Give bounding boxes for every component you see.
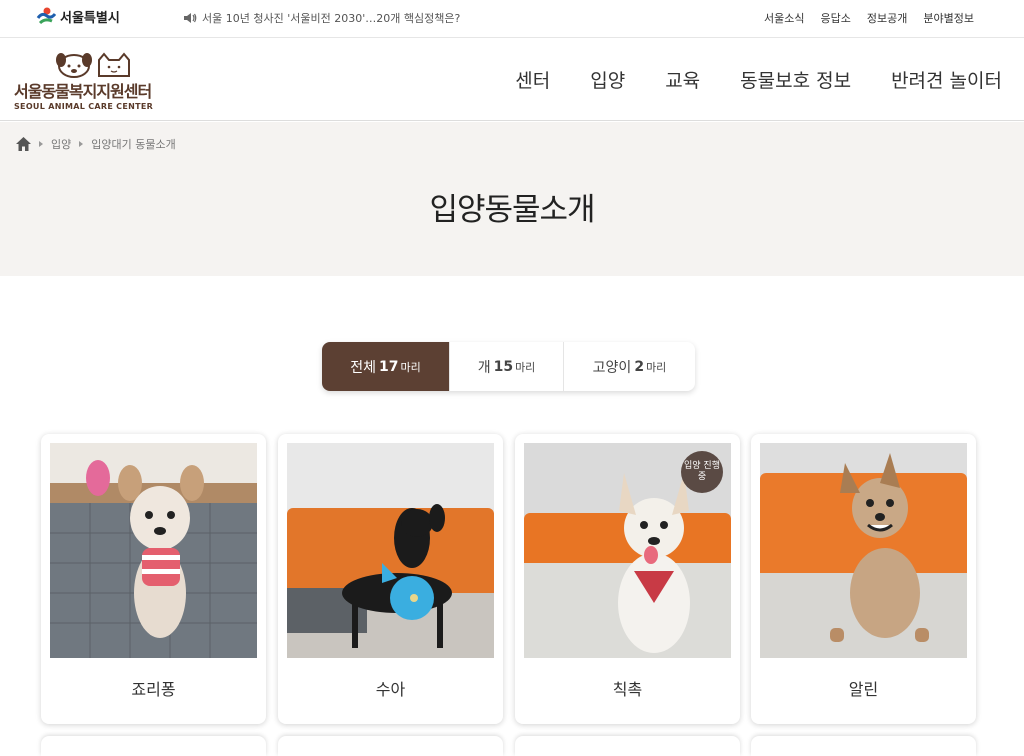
brand-subtitle: SEOUL ANIMAL CARE CENTER [14,102,154,111]
page-title-band: 입양 입양대기 동물소개 입양동물소개 [0,122,1024,276]
tab-all-unit: 마리 [400,360,421,374]
animal-name[interactable]: 수아 [278,676,503,700]
animal-card[interactable]: 죠리퐁 [41,434,266,724]
nav-item-center[interactable]: 센터 [515,66,550,93]
tab-cat[interactable]: 고양이 2 마리 [563,342,695,391]
animal-photo[interactable] [760,443,967,658]
page-title: 입양동물소개 [429,192,595,228]
home-icon[interactable] [16,137,31,151]
adoption-in-progress-badge: 입양 진행중 [681,451,723,493]
tab-dog[interactable]: 개 15 마리 [449,342,563,391]
nav-item-animal-protection-info[interactable]: 동물보호 정보 [740,66,851,93]
tab-cat-count: 2 [634,358,645,375]
dog-photo-image [760,443,967,658]
animal-card[interactable]: 입양 진행중 칙촉 [515,434,740,724]
util-link-info-disclosure[interactable]: 정보공개 [867,10,907,26]
brand-name: 서울동물복지지원센터 [14,82,152,101]
tab-all[interactable]: 전체 17 마리 [322,342,449,391]
animal-name[interactable]: 죠리퐁 [41,676,266,700]
util-link-seoul-news[interactable]: 서울소식 [764,10,804,26]
breadcrumb-separator-icon [79,141,84,147]
dog-photo-image [50,443,257,658]
animal-card-next-row[interactable] [515,736,740,756]
tab-cat-label: 고양이 [592,359,632,376]
top-utility-bar: 서울특별시 서울 10년 청사진 '서울비전 2030'…20개 핵심정책은? … [0,0,1024,38]
util-link-field-info[interactable]: 분야별정보 [923,10,974,26]
site-logo[interactable]: 서울동물복지지원센터 SEOUL ANIMAL CARE CENTER [14,52,174,111]
main-navigation: 센터 입양 교육 동물보호 정보 반려견 놀이터 [515,66,1002,93]
breadcrumb: 입양 입양대기 동물소개 [16,136,176,152]
breadcrumb-current[interactable]: 입양대기 동물소개 [91,136,175,152]
speaker-icon [184,13,197,23]
seoul-logo-text: 서울특별시 [60,10,120,26]
animal-name[interactable]: 알린 [751,676,976,700]
tab-all-count: 17 [379,358,399,375]
tab-cat-unit: 마리 [646,360,667,374]
breadcrumb-separator-icon [39,141,43,147]
nav-item-adoption[interactable]: 입양 [590,66,625,93]
seoul-logo-icon [36,7,56,25]
utility-links: 서울소식 응답소 정보공개 분야별정보 [764,10,974,26]
animal-card[interactable]: 알린 [751,434,976,724]
animal-card-next-row[interactable] [278,736,503,756]
breadcrumb-adoption[interactable]: 입양 [51,136,71,152]
animal-card-next-row[interactable] [751,736,976,756]
dog-cat-logo-icon [56,52,130,78]
util-link-response[interactable]: 응답소 [821,10,851,26]
tab-dog-label: 개 [477,359,491,376]
site-header: 서울동물복지지원센터 SEOUL ANIMAL CARE CENTER 센터 입… [0,38,1024,121]
tab-dog-unit: 마리 [515,360,536,374]
news-headline[interactable]: 서울 10년 청사진 '서울비전 2030'…20개 핵심정책은? [202,10,460,26]
animal-photo[interactable] [287,443,494,658]
seoul-city-logo[interactable]: 서울특별시 [36,6,120,26]
dog-photo-image [287,443,494,658]
tab-all-label: 전체 [350,359,377,376]
animal-name[interactable]: 칙촉 [515,676,740,700]
animal-type-tabs: 전체 17 마리 개 15 마리 고양이 2 마리 [322,342,695,391]
animal-photo[interactable]: 입양 진행중 [524,443,731,658]
news-ticker[interactable]: 서울 10년 청사진 '서울비전 2030'…20개 핵심정책은? [183,10,460,26]
animal-card[interactable]: 수아 [278,434,503,724]
animal-photo[interactable] [50,443,257,658]
tab-dog-count: 15 [493,358,514,375]
nav-item-dog-playground[interactable]: 반려견 놀이터 [891,66,1002,93]
nav-item-education[interactable]: 교육 [665,66,700,93]
animal-card-next-row[interactable] [41,736,266,756]
